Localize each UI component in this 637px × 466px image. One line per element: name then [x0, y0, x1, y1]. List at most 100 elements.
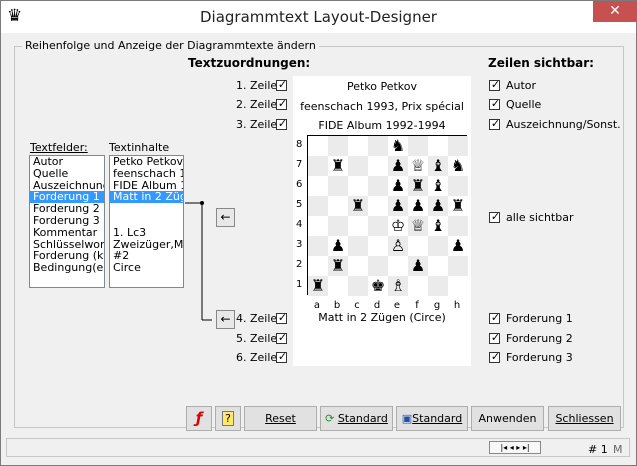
- textfield-item[interactable]: Autor: [30, 156, 104, 168]
- textcontents-label: Textinhalte: [109, 141, 170, 154]
- file-label: h: [453, 300, 461, 311]
- move-left-button[interactable]: ←: [216, 208, 235, 227]
- visible-checkbox-7[interactable]: ✓: [489, 350, 500, 363]
- chess-piece-icon: ♟: [330, 236, 346, 255]
- assignments-header: Textzuordnungen:: [188, 56, 311, 70]
- standard-button-1[interactable]: ⟳ Standard: [320, 406, 393, 431]
- chess-piece-icon: ♞: [390, 136, 406, 155]
- chessboard: ♞ ♜ ♟ ♕ ♝ ♞ ♟ ♜ ♝ ♜ ♟ ♟ ♟ ♜ ♔ ♕ ♝ ♟ ♙ ♟ ♜ ♟ ♜ ♚ ♗: [307, 135, 468, 296]
- board-square: [348, 256, 368, 276]
- file-label: a: [313, 300, 321, 311]
- textcontents-list[interactable]: Petko Petkovfeenschach 19FIDE Album 19Ma…: [109, 155, 184, 288]
- chess-piece-icon: ♗: [390, 276, 406, 295]
- line-label-6: 6. Zeile:: [236, 351, 281, 364]
- visible-checkbox-2[interactable]: ✓: [489, 97, 500, 110]
- textfields-list[interactable]: AutorQuelleAuszeichnung/Forderung 1Forde…: [29, 155, 105, 288]
- visible-label-7: Forderung 3: [506, 351, 573, 364]
- board-square: [328, 276, 348, 296]
- textfield-item[interactable]: Quelle: [30, 168, 104, 180]
- rank-label: 5: [296, 199, 303, 210]
- board-square: [328, 176, 348, 196]
- textfield-item[interactable]: Kommentar: [30, 227, 104, 239]
- refresh-icon: ⟳: [325, 412, 335, 425]
- apply-button[interactable]: Anwenden: [471, 406, 544, 431]
- line-checkbox-5[interactable]: ✓: [276, 331, 287, 344]
- assign-line4-button[interactable]: ←: [216, 310, 235, 329]
- board-square: [368, 216, 388, 236]
- textcontent-item[interactable]: Matt in 2 Zügen: [110, 191, 183, 204]
- visible-header: Zeilen sichtbar:: [488, 56, 594, 70]
- chess-piece-icon: ♕: [410, 216, 426, 235]
- reset-button[interactable]: Reset: [244, 406, 317, 431]
- textcontent-item[interactable]: Circe: [110, 262, 183, 274]
- line-label-2: 2. Zeile:: [236, 98, 281, 111]
- textfield-item[interactable]: Forderung 3: [30, 215, 104, 227]
- line-checkbox-1[interactable]: ✓: [276, 78, 287, 91]
- board-square: [368, 156, 388, 176]
- board-square: [408, 276, 428, 296]
- navigation-controls[interactable]: |◂ ◂ ▸ ▸|: [489, 441, 541, 454]
- line-checkbox-3[interactable]: ✓: [276, 117, 287, 130]
- chess-piece-icon: ♜: [310, 276, 326, 295]
- board-square: [428, 256, 448, 276]
- chess-piece-icon: ♜: [330, 256, 346, 275]
- visible-checkbox-5[interactable]: ✓: [489, 311, 500, 324]
- chess-piece-icon: ♟: [410, 256, 426, 275]
- title-bar: ♛ Diagrammtext Layout-Designer ✕: [1, 1, 637, 33]
- board-square: [368, 136, 388, 156]
- textfield-item[interactable]: Schlüsselworte: [30, 239, 104, 251]
- board-square: [428, 276, 448, 296]
- textfield-item[interactable]: Forderung 1: [30, 191, 104, 204]
- visible-label-1: Autor: [506, 79, 537, 92]
- board-square: [328, 216, 348, 236]
- board-square: [408, 136, 428, 156]
- textcontent-item[interactable]: FIDE Album 19: [110, 180, 183, 192]
- textcontent-item[interactable]: Zweizüger,Mär: [110, 239, 183, 251]
- rank-label: 3: [296, 239, 303, 250]
- textfield-item[interactable]: Forderung (kur:: [30, 250, 104, 262]
- visible-label-2: Quelle: [506, 98, 542, 111]
- textcontent-item[interactable]: 1. Lc3: [110, 227, 183, 239]
- rank-label: 2: [296, 259, 303, 270]
- visible-checkbox-3[interactable]: ✓: [489, 117, 500, 130]
- board-square: [348, 136, 368, 156]
- textcontent-item[interactable]: Petko Petkov: [110, 156, 183, 168]
- textcontent-item[interactable]: [110, 215, 183, 227]
- visible-checkbox-4[interactable]: ✓: [489, 210, 500, 223]
- standard-label-1: Standard: [337, 412, 388, 425]
- textcontent-item[interactable]: [110, 203, 183, 215]
- board-square: [388, 256, 408, 276]
- line-checkbox-2[interactable]: ✓: [276, 97, 287, 110]
- textfield-item[interactable]: Auszeichnung/: [30, 180, 104, 192]
- rank-label: 7: [296, 159, 303, 170]
- standard-button-2[interactable]: ▣Standard: [396, 406, 468, 431]
- textfields-label: Textfelder:: [30, 141, 88, 154]
- textcontent-item[interactable]: feenschach 19: [110, 168, 183, 180]
- board-square: [348, 276, 368, 296]
- board-square: [348, 156, 368, 176]
- line-checkbox-6[interactable]: ✓: [276, 350, 287, 363]
- diagram-line-3: FIDE Album 1992-1994: [318, 119, 446, 132]
- file-label: b: [333, 300, 341, 311]
- chess-piece-icon: ♞: [450, 156, 466, 175]
- file-label: g: [433, 300, 441, 311]
- visible-label-5: Forderung 1: [506, 312, 573, 325]
- chess-piece-icon: ♜: [330, 156, 346, 175]
- board-square: [308, 236, 328, 256]
- chess-piece-icon: ♜: [410, 176, 426, 195]
- close-dialog-button[interactable]: Schliessen: [548, 406, 621, 431]
- board-square: [328, 196, 348, 216]
- arrow-left-icon: ←: [220, 210, 231, 224]
- visible-checkbox-6[interactable]: ✓: [489, 331, 500, 344]
- file-label: f: [415, 300, 419, 311]
- close-button[interactable]: ✕: [593, 1, 637, 22]
- chess-piece-icon: ♟: [390, 176, 406, 195]
- textcontent-item[interactable]: #2: [110, 250, 183, 262]
- visible-checkbox-1[interactable]: ✓: [489, 78, 500, 91]
- textfield-item[interactable]: Bedingung(en): [30, 262, 104, 274]
- chess-piece-icon: ♟: [430, 196, 446, 215]
- help-button[interactable]: ?: [215, 406, 241, 431]
- board-square: [368, 236, 388, 256]
- flash-button[interactable]: ƒ: [186, 406, 212, 431]
- textfield-item[interactable]: Forderung 2: [30, 203, 104, 215]
